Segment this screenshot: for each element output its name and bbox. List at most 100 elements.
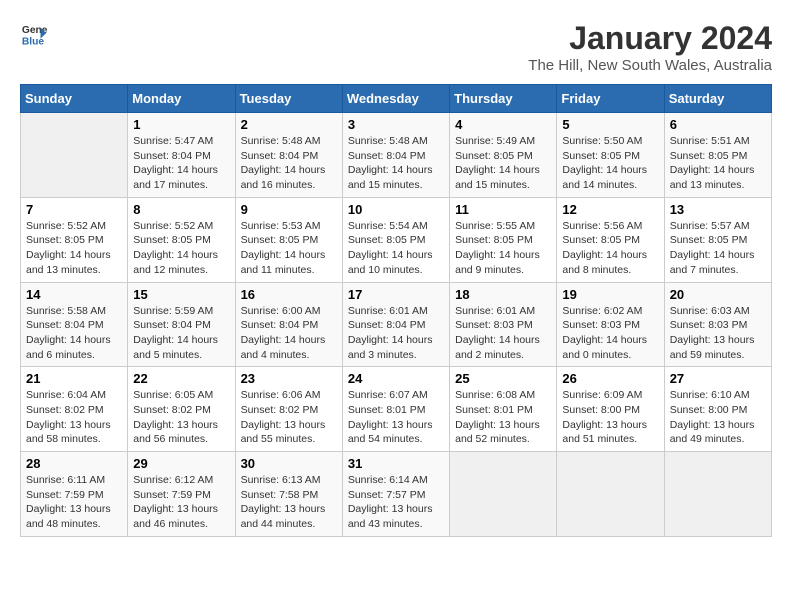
day-number: 26 — [562, 371, 658, 386]
day-info: Sunrise: 6:14 AMSunset: 7:57 PMDaylight:… — [348, 473, 444, 532]
calendar-cell: 10 Sunrise: 5:54 AMSunset: 8:05 PMDayligh… — [342, 197, 449, 282]
day-number: 23 — [241, 371, 337, 386]
day-info: Sunrise: 6:13 AMSunset: 7:58 PMDaylight:… — [241, 473, 337, 532]
day-header: Saturday — [664, 85, 771, 113]
calendar-table: SundayMondayTuesdayWednesdayThursdayFrid… — [20, 84, 772, 537]
day-info: Sunrise: 6:01 AMSunset: 8:03 PMDaylight:… — [455, 304, 551, 363]
sub-title: The Hill, New South Wales, Australia — [528, 57, 772, 74]
day-number: 3 — [348, 117, 444, 132]
day-info: Sunrise: 6:08 AMSunset: 8:01 PMDaylight:… — [455, 388, 551, 447]
calendar-cell: 21 Sunrise: 6:04 AMSunset: 8:02 PMDayligh… — [21, 367, 128, 452]
logo: General Blue — [20, 20, 48, 48]
day-number: 15 — [133, 287, 229, 302]
day-info: Sunrise: 6:04 AMSunset: 8:02 PMDaylight:… — [26, 388, 122, 447]
calendar-cell — [450, 452, 557, 537]
day-number: 25 — [455, 371, 551, 386]
day-header: Monday — [128, 85, 235, 113]
day-number: 31 — [348, 456, 444, 471]
page-header: General Blue January 2024 The Hill, New … — [20, 20, 772, 74]
calendar-cell: 26 Sunrise: 6:09 AMSunset: 8:00 PMDayligh… — [557, 367, 664, 452]
day-info: Sunrise: 5:48 AMSunset: 8:04 PMDaylight:… — [348, 134, 444, 193]
day-info: Sunrise: 5:48 AMSunset: 8:04 PMDaylight:… — [241, 134, 337, 193]
calendar-week-row: 14Sunrise: 5:58 AMSunset: 8:04 PMDayligh… — [21, 282, 772, 367]
calendar-cell: 28 Sunrise: 6:11 AMSunset: 7:59 PMDayligh… — [21, 452, 128, 537]
day-number: 29 — [133, 456, 229, 471]
day-info: Sunrise: 6:10 AMSunset: 8:00 PMDaylight:… — [670, 388, 766, 447]
calendar-body: 1 Sunrise: 5:47 AMSunset: 8:04 PMDaylight… — [21, 113, 772, 537]
day-info: Sunrise: 5:55 AMSunset: 8:05 PMDaylight:… — [455, 219, 551, 278]
calendar-cell: 12 Sunrise: 5:56 AMSunset: 8:05 PMDayligh… — [557, 197, 664, 282]
day-number: 28 — [26, 456, 122, 471]
day-number: 11 — [455, 202, 551, 217]
calendar-cell: 19 Sunrise: 6:02 AMSunset: 8:03 PMDayligh… — [557, 282, 664, 367]
day-header: Tuesday — [235, 85, 342, 113]
calendar-week-row: 21 Sunrise: 6:04 AMSunset: 8:02 PMDayligh… — [21, 367, 772, 452]
logo-icon: General Blue — [20, 20, 48, 48]
day-info: Sunrise: 5:49 AMSunset: 8:05 PMDaylight:… — [455, 134, 551, 193]
calendar-cell: 27 Sunrise: 6:10 AMSunset: 8:00 PMDayligh… — [664, 367, 771, 452]
day-number: 16 — [241, 287, 337, 302]
day-info: Sunrise: 5:51 AMSunset: 8:05 PMDaylight:… — [670, 134, 766, 193]
day-info: Sunrise: 6:02 AMSunset: 8:03 PMDaylight:… — [562, 304, 658, 363]
calendar-cell — [664, 452, 771, 537]
day-info: Sunrise: 5:56 AMSunset: 8:05 PMDaylight:… — [562, 219, 658, 278]
day-number: 17 — [348, 287, 444, 302]
calendar-cell: 4 Sunrise: 5:49 AMSunset: 8:05 PMDaylight… — [450, 113, 557, 198]
calendar-cell: 9Sunrise: 5:53 AMSunset: 8:05 PMDaylight… — [235, 197, 342, 282]
day-info: Sunrise: 6:12 AMSunset: 7:59 PMDaylight:… — [133, 473, 229, 532]
day-info: Sunrise: 6:01 AMSunset: 8:04 PMDaylight:… — [348, 304, 444, 363]
calendar-cell: 1 Sunrise: 5:47 AMSunset: 8:04 PMDaylight… — [128, 113, 235, 198]
day-number: 18 — [455, 287, 551, 302]
day-info: Sunrise: 6:06 AMSunset: 8:02 PMDaylight:… — [241, 388, 337, 447]
day-number: 20 — [670, 287, 766, 302]
calendar-cell: 20Sunrise: 6:03 AMSunset: 8:03 PMDayligh… — [664, 282, 771, 367]
day-number: 8 — [133, 202, 229, 217]
day-info: Sunrise: 5:53 AMSunset: 8:05 PMDaylight:… — [241, 219, 337, 278]
calendar-cell: 3 Sunrise: 5:48 AMSunset: 8:04 PMDaylight… — [342, 113, 449, 198]
day-number: 27 — [670, 371, 766, 386]
calendar-cell: 22 Sunrise: 6:05 AMSunset: 8:02 PMDayligh… — [128, 367, 235, 452]
calendar-cell: 7Sunrise: 5:52 AMSunset: 8:05 PMDaylight… — [21, 197, 128, 282]
day-number: 19 — [562, 287, 658, 302]
day-number: 21 — [26, 371, 122, 386]
day-number: 2 — [241, 117, 337, 132]
day-header: Friday — [557, 85, 664, 113]
calendar-cell: 17 Sunrise: 6:01 AMSunset: 8:04 PMDayligh… — [342, 282, 449, 367]
day-info: Sunrise: 5:47 AMSunset: 8:04 PMDaylight:… — [133, 134, 229, 193]
day-number: 12 — [562, 202, 658, 217]
calendar-cell: 15Sunrise: 5:59 AMSunset: 8:04 PMDayligh… — [128, 282, 235, 367]
calendar-cell: 24Sunrise: 6:07 AMSunset: 8:01 PMDayligh… — [342, 367, 449, 452]
day-info: Sunrise: 5:52 AMSunset: 8:05 PMDaylight:… — [133, 219, 229, 278]
title-block: January 2024 The Hill, New South Wales, … — [528, 20, 772, 74]
calendar-cell: 31 Sunrise: 6:14 AMSunset: 7:57 PMDayligh… — [342, 452, 449, 537]
calendar-cell: 25 Sunrise: 6:08 AMSunset: 8:01 PMDayligh… — [450, 367, 557, 452]
day-number: 14 — [26, 287, 122, 302]
calendar-week-row: 7 Sunrise: 5:52 AMSunset: 8:05 PMDaylight… — [21, 197, 772, 282]
calendar-header-row: SundayMondayTuesdayWednesdayThursdayFrid… — [21, 85, 772, 113]
day-info: Sunrise: 6:11 AMSunset: 7:59 PMDaylight:… — [26, 473, 122, 532]
day-info: Sunrise: 6:05 AMSunset: 8:02 PMDaylight:… — [133, 388, 229, 447]
calendar-week-row: 28 Sunrise: 6:11 AMSunset: 7:59 PMDayligh… — [21, 452, 772, 537]
day-number: 10 — [348, 202, 444, 217]
calendar-cell: 16Sunrise: 6:00 AMSunset: 8:04 PMDayligh… — [235, 282, 342, 367]
day-info: Sunrise: 5:57 AMSunset: 8:05 PMDaylight:… — [670, 219, 766, 278]
day-number: 13 — [670, 202, 766, 217]
calendar-cell: 23 Sunrise: 6:06 AMSunset: 8:02 PMDayligh… — [235, 367, 342, 452]
day-number: 4 — [455, 117, 551, 132]
calendar-week-row: 1 Sunrise: 5:47 AMSunset: 8:04 PMDaylight… — [21, 113, 772, 198]
day-number: 30 — [241, 456, 337, 471]
calendar-cell: 5Sunrise: 5:50 AMSunset: 8:05 PMDaylight… — [557, 113, 664, 198]
day-info: Sunrise: 6:07 AMSunset: 8:01 PMDaylight:… — [348, 388, 444, 447]
day-info: Sunrise: 6:09 AMSunset: 8:00 PMDaylight:… — [562, 388, 658, 447]
calendar-cell: 11 Sunrise: 5:55 AMSunset: 8:05 PMDayligh… — [450, 197, 557, 282]
day-info: Sunrise: 5:54 AMSunset: 8:05 PMDaylight:… — [348, 219, 444, 278]
day-number: 6 — [670, 117, 766, 132]
day-number: 7 — [26, 202, 122, 217]
calendar-cell: 29 Sunrise: 6:12 AMSunset: 7:59 PMDayligh… — [128, 452, 235, 537]
calendar-cell: 2 Sunrise: 5:48 AMSunset: 8:04 PMDaylight… — [235, 113, 342, 198]
day-number: 22 — [133, 371, 229, 386]
calendar-cell: 6 Sunrise: 5:51 AMSunset: 8:05 PMDaylight… — [664, 113, 771, 198]
calendar-cell: 13 Sunrise: 5:57 AMSunset: 8:05 PMDayligh… — [664, 197, 771, 282]
day-number: 1 — [133, 117, 229, 132]
day-info: Sunrise: 5:50 AMSunset: 8:05 PMDaylight:… — [562, 134, 658, 193]
